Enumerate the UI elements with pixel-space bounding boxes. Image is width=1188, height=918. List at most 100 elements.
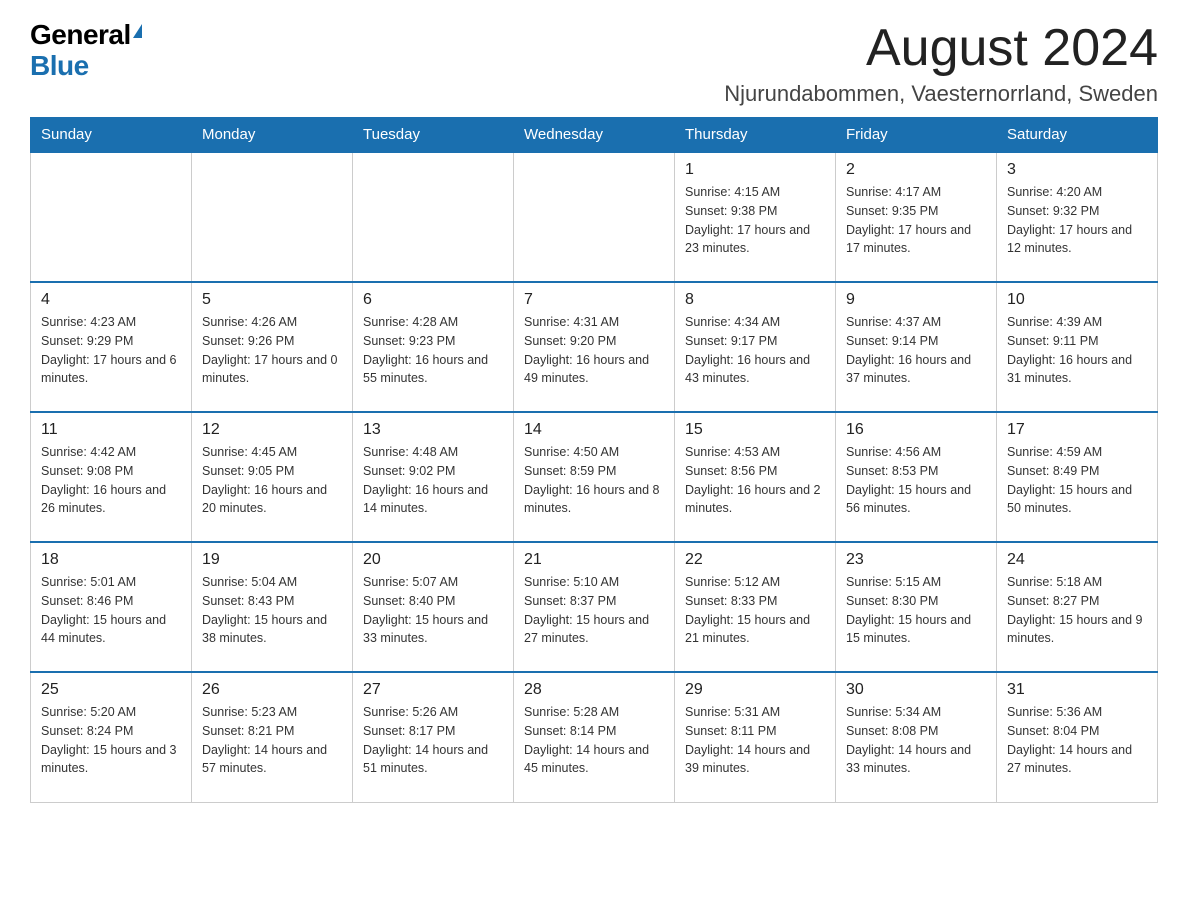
calendar-week-row: 25Sunrise: 5:20 AMSunset: 8:24 PMDayligh… bbox=[31, 672, 1158, 802]
logo-blue-text: Blue bbox=[30, 51, 142, 82]
day-number: 11 bbox=[41, 421, 181, 439]
table-row: 8 Sunrise: 4:34 AMSunset: 9:17 PMDaylight… bbox=[675, 282, 836, 412]
day-number: 13 bbox=[363, 421, 503, 439]
day-number: 10 bbox=[1007, 291, 1147, 309]
day-number: 23 bbox=[846, 551, 986, 569]
day-info: Sunrise: 4:31 AMSunset: 9:20 PMDaylight:… bbox=[524, 313, 664, 388]
day-info: Sunrise: 4:37 AMSunset: 9:14 PMDaylight:… bbox=[846, 313, 986, 388]
table-row: 10 Sunrise: 4:39 AMSunset: 9:11 PMDayligh… bbox=[997, 282, 1158, 412]
header-sunday: Sunday bbox=[31, 118, 192, 153]
header-tuesday: Tuesday bbox=[353, 118, 514, 153]
table-row: 11Sunrise: 4:42 AMSunset: 9:08 PMDayligh… bbox=[31, 412, 192, 542]
day-info: Sunrise: 4:20 AMSunset: 9:32 PMDaylight:… bbox=[1007, 183, 1147, 258]
calendar-week-row: 4 Sunrise: 4:23 AMSunset: 9:29 PMDaylight… bbox=[31, 282, 1158, 412]
day-number: 4 bbox=[41, 291, 181, 309]
day-number: 20 bbox=[363, 551, 503, 569]
day-number: 8 bbox=[685, 291, 825, 309]
day-number: 21 bbox=[524, 551, 664, 569]
table-row: 7Sunrise: 4:31 AMSunset: 9:20 PMDaylight… bbox=[514, 282, 675, 412]
month-title: August 2024 bbox=[724, 20, 1158, 77]
logo: General Blue bbox=[30, 20, 142, 82]
table-row bbox=[31, 152, 192, 282]
day-info: Sunrise: 4:39 AMSunset: 9:11 PMDaylight:… bbox=[1007, 313, 1147, 388]
day-number: 29 bbox=[685, 681, 825, 699]
logo-general-text: General bbox=[30, 20, 131, 51]
day-number: 5 bbox=[202, 291, 342, 309]
calendar-week-row: 18 Sunrise: 5:01 AMSunset: 8:46 PMDayligh… bbox=[31, 542, 1158, 672]
table-row: 31 Sunrise: 5:36 AMSunset: 8:04 PMDayligh… bbox=[997, 672, 1158, 802]
day-info: Sunrise: 5:18 AMSunset: 8:27 PMDaylight:… bbox=[1007, 573, 1147, 648]
table-row: 6 Sunrise: 4:28 AMSunset: 9:23 PMDaylight… bbox=[353, 282, 514, 412]
table-row: 14Sunrise: 4:50 AMSunset: 8:59 PMDayligh… bbox=[514, 412, 675, 542]
day-info: Sunrise: 5:23 AMSunset: 8:21 PMDaylight:… bbox=[202, 703, 342, 778]
table-row bbox=[514, 152, 675, 282]
day-number: 19 bbox=[202, 551, 342, 569]
day-info: Sunrise: 4:53 AMSunset: 8:56 PMDaylight:… bbox=[685, 443, 825, 518]
day-number: 6 bbox=[363, 291, 503, 309]
header-monday: Monday bbox=[192, 118, 353, 153]
day-info: Sunrise: 4:48 AMSunset: 9:02 PMDaylight:… bbox=[363, 443, 503, 518]
day-info: Sunrise: 4:28 AMSunset: 9:23 PMDaylight:… bbox=[363, 313, 503, 388]
day-info: Sunrise: 4:34 AMSunset: 9:17 PMDaylight:… bbox=[685, 313, 825, 388]
table-row: 1Sunrise: 4:15 AMSunset: 9:38 PMDaylight… bbox=[675, 152, 836, 282]
table-row: 23 Sunrise: 5:15 AMSunset: 8:30 PMDayligh… bbox=[836, 542, 997, 672]
day-info: Sunrise: 5:15 AMSunset: 8:30 PMDaylight:… bbox=[846, 573, 986, 648]
table-row: 4 Sunrise: 4:23 AMSunset: 9:29 PMDaylight… bbox=[31, 282, 192, 412]
day-number: 24 bbox=[1007, 551, 1147, 569]
day-info: Sunrise: 5:36 AMSunset: 8:04 PMDaylight:… bbox=[1007, 703, 1147, 778]
table-row: 24 Sunrise: 5:18 AMSunset: 8:27 PMDayligh… bbox=[997, 542, 1158, 672]
header-saturday: Saturday bbox=[997, 118, 1158, 153]
table-row: 29 Sunrise: 5:31 AMSunset: 8:11 PMDayligh… bbox=[675, 672, 836, 802]
day-info: Sunrise: 5:07 AMSunset: 8:40 PMDaylight:… bbox=[363, 573, 503, 648]
table-row: 21 Sunrise: 5:10 AMSunset: 8:37 PMDayligh… bbox=[514, 542, 675, 672]
day-number: 25 bbox=[41, 681, 181, 699]
table-row: 17 Sunrise: 4:59 AMSunset: 8:49 PMDayligh… bbox=[997, 412, 1158, 542]
day-info: Sunrise: 5:04 AMSunset: 8:43 PMDaylight:… bbox=[202, 573, 342, 648]
day-number: 17 bbox=[1007, 421, 1147, 439]
table-row: 2 Sunrise: 4:17 AMSunset: 9:35 PMDaylight… bbox=[836, 152, 997, 282]
table-row: 13 Sunrise: 4:48 AMSunset: 9:02 PMDayligh… bbox=[353, 412, 514, 542]
day-info: Sunrise: 5:26 AMSunset: 8:17 PMDaylight:… bbox=[363, 703, 503, 778]
table-row: 27 Sunrise: 5:26 AMSunset: 8:17 PMDayligh… bbox=[353, 672, 514, 802]
calendar-table: Sunday Monday Tuesday Wednesday Thursday… bbox=[30, 117, 1158, 803]
table-row: 9Sunrise: 4:37 AMSunset: 9:14 PMDaylight… bbox=[836, 282, 997, 412]
day-number: 31 bbox=[1007, 681, 1147, 699]
table-row: 5 Sunrise: 4:26 AMSunset: 9:26 PMDaylight… bbox=[192, 282, 353, 412]
day-info: Sunrise: 4:26 AMSunset: 9:26 PMDaylight:… bbox=[202, 313, 342, 388]
day-number: 18 bbox=[41, 551, 181, 569]
day-info: Sunrise: 5:31 AMSunset: 8:11 PMDaylight:… bbox=[685, 703, 825, 778]
day-number: 12 bbox=[202, 421, 342, 439]
day-number: 3 bbox=[1007, 161, 1147, 179]
day-info: Sunrise: 5:12 AMSunset: 8:33 PMDaylight:… bbox=[685, 573, 825, 648]
day-number: 30 bbox=[846, 681, 986, 699]
day-number: 22 bbox=[685, 551, 825, 569]
table-row bbox=[192, 152, 353, 282]
logo-triangle-icon bbox=[133, 24, 142, 38]
day-number: 16 bbox=[846, 421, 986, 439]
table-row: 25Sunrise: 5:20 AMSunset: 8:24 PMDayligh… bbox=[31, 672, 192, 802]
table-row: 12 Sunrise: 4:45 AMSunset: 9:05 PMDayligh… bbox=[192, 412, 353, 542]
day-info: Sunrise: 4:15 AMSunset: 9:38 PMDaylight:… bbox=[685, 183, 825, 258]
day-info: Sunrise: 5:10 AMSunset: 8:37 PMDaylight:… bbox=[524, 573, 664, 648]
table-row: 16Sunrise: 4:56 AMSunset: 8:53 PMDayligh… bbox=[836, 412, 997, 542]
title-section: August 2024 Njurundabommen, Vaesternorrl… bbox=[724, 20, 1158, 107]
page-header: General Blue August 2024 Njurundabommen,… bbox=[30, 20, 1158, 107]
day-info: Sunrise: 4:59 AMSunset: 8:49 PMDaylight:… bbox=[1007, 443, 1147, 518]
calendar-week-row: 11Sunrise: 4:42 AMSunset: 9:08 PMDayligh… bbox=[31, 412, 1158, 542]
location-subtitle: Njurundabommen, Vaesternorrland, Sweden bbox=[724, 81, 1158, 107]
day-info: Sunrise: 4:23 AMSunset: 9:29 PMDaylight:… bbox=[41, 313, 181, 388]
day-number: 26 bbox=[202, 681, 342, 699]
day-number: 28 bbox=[524, 681, 664, 699]
day-number: 27 bbox=[363, 681, 503, 699]
day-number: 15 bbox=[685, 421, 825, 439]
day-info: Sunrise: 5:01 AMSunset: 8:46 PMDaylight:… bbox=[41, 573, 181, 648]
table-row: 20 Sunrise: 5:07 AMSunset: 8:40 PMDayligh… bbox=[353, 542, 514, 672]
day-info: Sunrise: 5:28 AMSunset: 8:14 PMDaylight:… bbox=[524, 703, 664, 778]
calendar-week-row: 1Sunrise: 4:15 AMSunset: 9:38 PMDaylight… bbox=[31, 152, 1158, 282]
day-info: Sunrise: 4:45 AMSunset: 9:05 PMDaylight:… bbox=[202, 443, 342, 518]
day-number: 2 bbox=[846, 161, 986, 179]
day-info: Sunrise: 4:50 AMSunset: 8:59 PMDaylight:… bbox=[524, 443, 664, 518]
day-info: Sunrise: 4:17 AMSunset: 9:35 PMDaylight:… bbox=[846, 183, 986, 258]
table-row: 28 Sunrise: 5:28 AMSunset: 8:14 PMDayligh… bbox=[514, 672, 675, 802]
table-row: 3 Sunrise: 4:20 AMSunset: 9:32 PMDaylight… bbox=[997, 152, 1158, 282]
